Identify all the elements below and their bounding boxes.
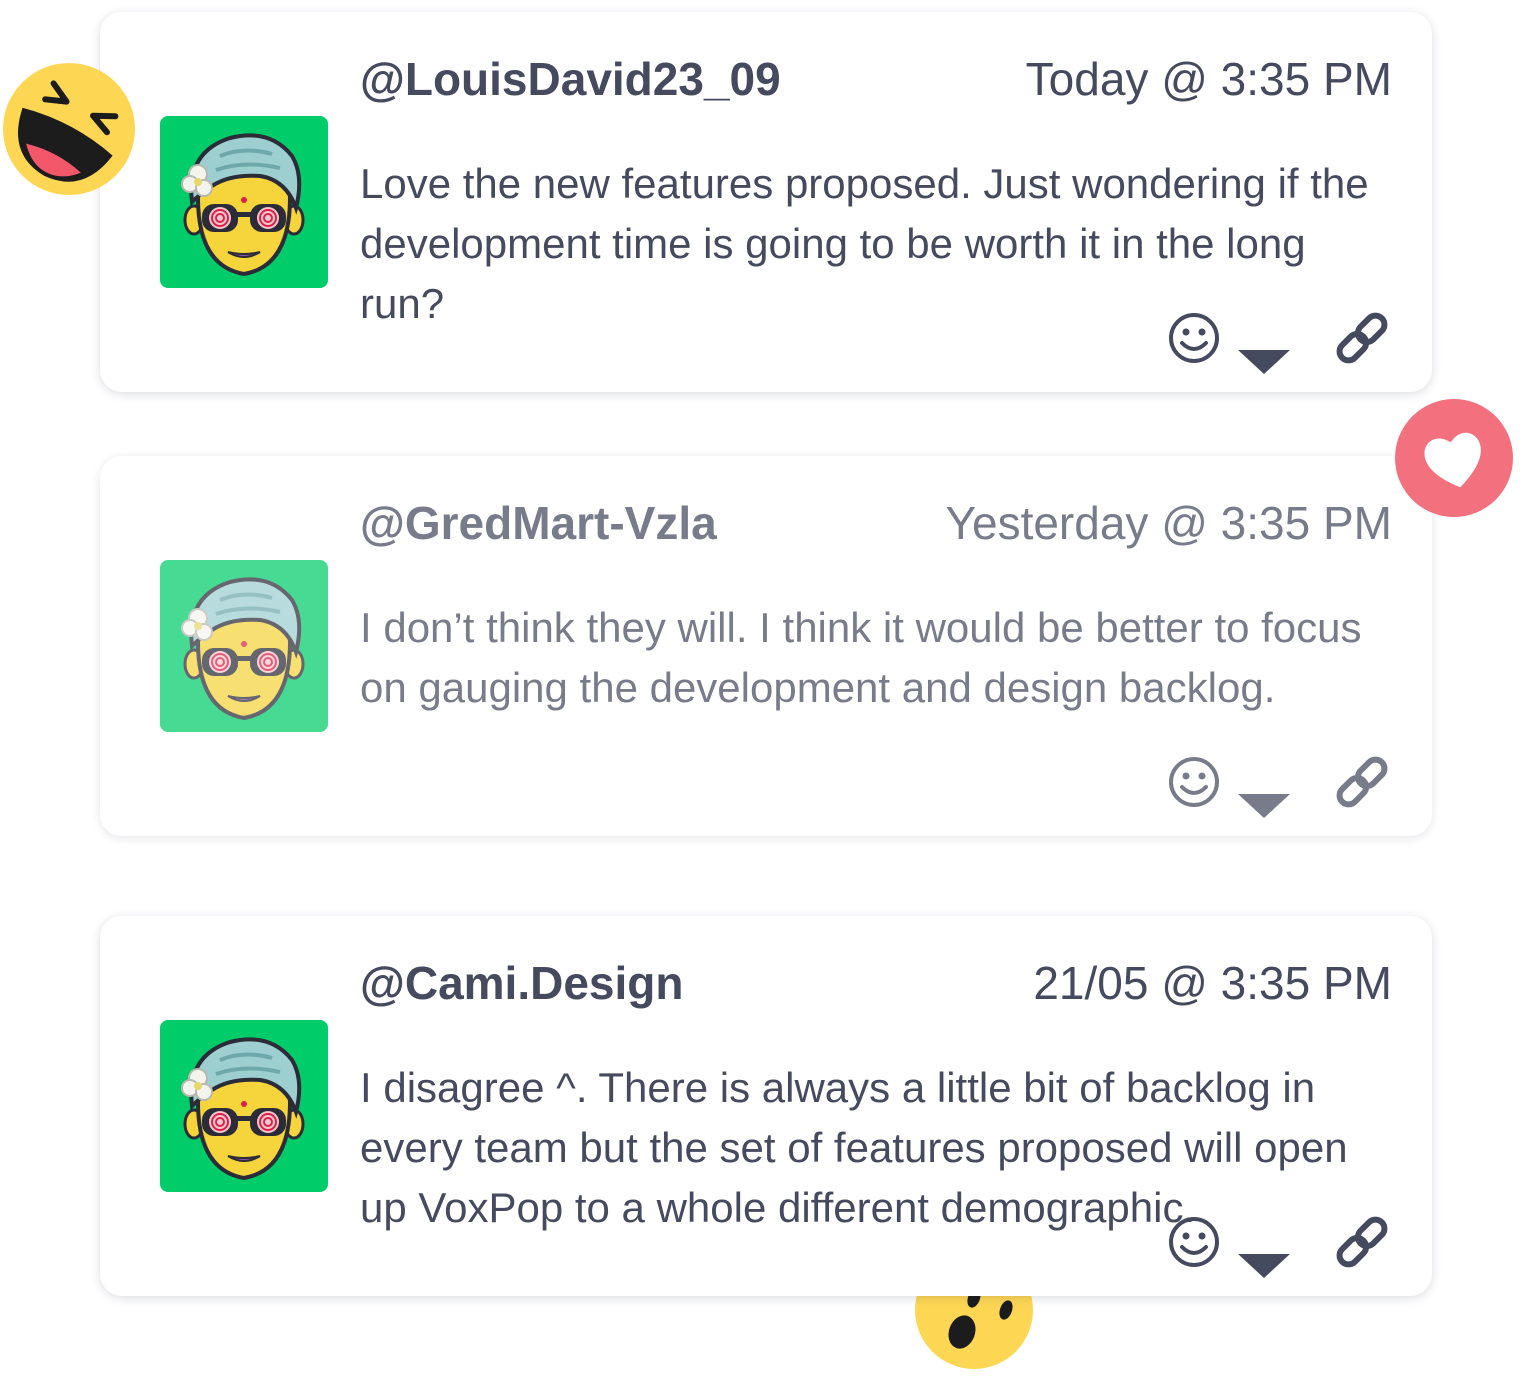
comment-timestamp: 21/05 @ 3:35 PM	[1033, 957, 1392, 1009]
comment-timestamp: Yesterday @ 3:35 PM	[945, 497, 1392, 549]
avatar-illustration	[180, 1037, 305, 1180]
add-reaction-button[interactable]	[1168, 1216, 1220, 1268]
comment-actions	[1168, 756, 1398, 818]
comment-message: I disagree ^. There is always a little b…	[360, 1064, 1348, 1231]
comment-username[interactable]: @LouisDavid23_09	[360, 52, 781, 106]
copy-link-button[interactable]	[1336, 312, 1388, 364]
caret-down-icon	[1238, 350, 1290, 374]
comment-card: @Cami.Design 21/05 @ 3:35 PM I disagree …	[100, 916, 1432, 1296]
avatar[interactable]	[160, 1020, 328, 1192]
comment-message: Love the new features proposed. Just won…	[360, 160, 1369, 327]
comment-actions	[1168, 1216, 1398, 1278]
avatar[interactable]	[160, 116, 328, 288]
caret-down-icon	[1238, 1254, 1290, 1278]
heart-reaction-icon	[1394, 398, 1514, 523]
add-reaction-button[interactable]	[1168, 312, 1220, 364]
smiley-icon	[1169, 1217, 1219, 1267]
copy-link-button[interactable]	[1336, 756, 1388, 808]
reaction-dropdown-button[interactable]	[1238, 794, 1290, 820]
link-icon	[1336, 312, 1388, 364]
smiley-icon	[1169, 757, 1219, 807]
comment-timestamp: Today @ 3:35 PM	[1025, 53, 1392, 105]
reaction-dropdown-button[interactable]	[1238, 350, 1290, 376]
link-icon	[1336, 1216, 1388, 1268]
comment-card: @GredMart-Vzla Yesterday @ 3:35 PM I don…	[100, 456, 1432, 836]
avatar[interactable]	[160, 560, 328, 732]
comment-message: I don’t think they will. I think it woul…	[360, 604, 1362, 711]
smiley-icon	[1169, 313, 1219, 363]
link-icon	[1336, 756, 1388, 808]
reaction-dropdown-button[interactable]	[1238, 1254, 1290, 1280]
caret-down-icon	[1238, 794, 1290, 818]
avatar-illustration	[180, 577, 305, 720]
laughing-emoji-icon	[2, 62, 136, 201]
copy-link-button[interactable]	[1336, 1216, 1388, 1268]
comment-card: @LouisDavid23_09 Today @ 3:35 PM Love th…	[100, 12, 1432, 392]
avatar-illustration	[180, 133, 305, 276]
comment-username[interactable]: @Cami.Design	[360, 956, 683, 1010]
comment-actions	[1168, 312, 1398, 374]
comment-username[interactable]: @GredMart-Vzla	[360, 496, 717, 550]
add-reaction-button[interactable]	[1168, 756, 1220, 808]
